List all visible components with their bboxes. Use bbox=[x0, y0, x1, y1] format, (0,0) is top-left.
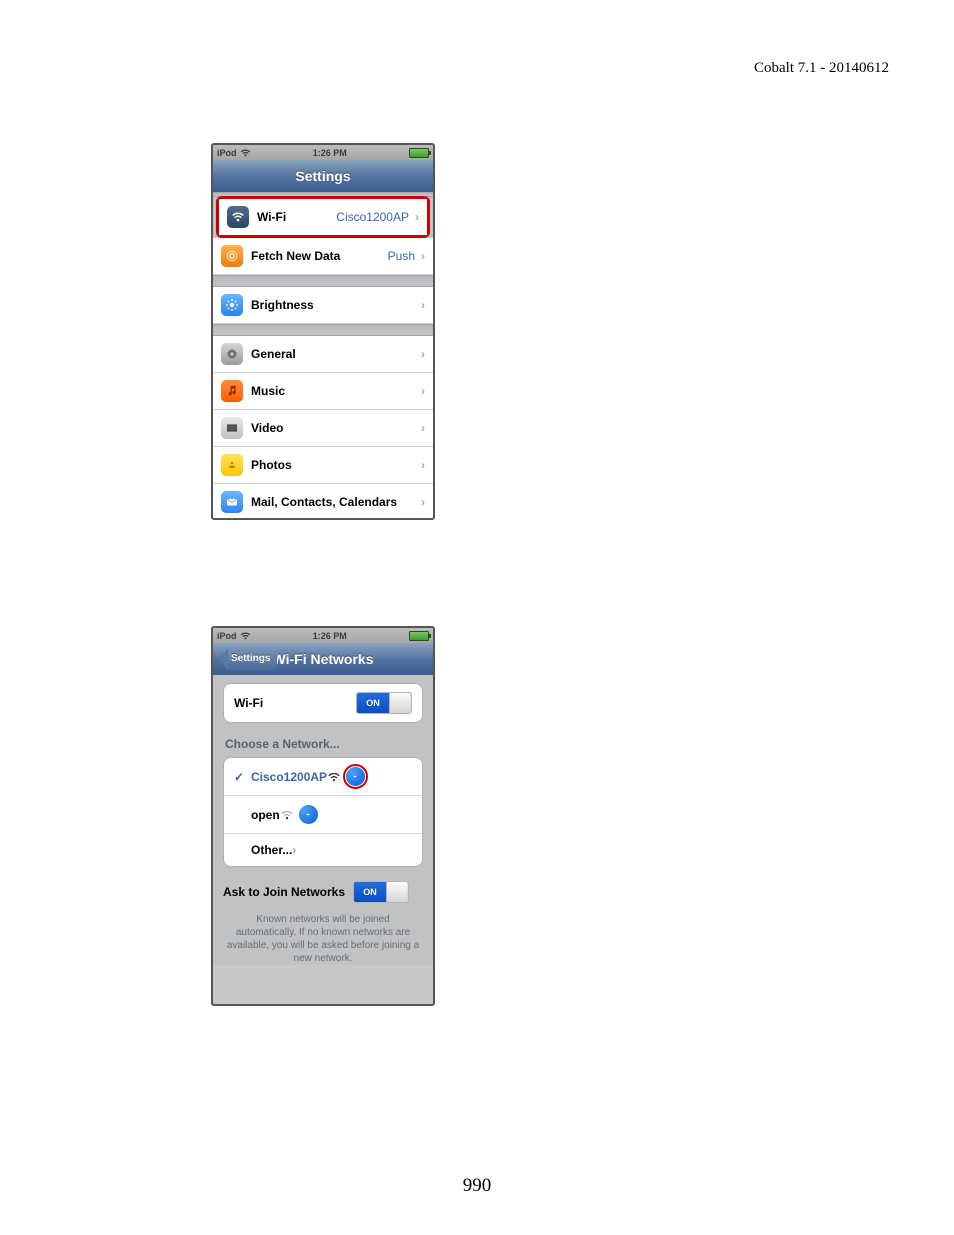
wifi-toggle-label: Wi-Fi bbox=[234, 696, 356, 710]
battery-icon bbox=[409, 148, 429, 158]
ask-to-join-row: Ask to Join Networks ON bbox=[223, 881, 423, 903]
network-list: ✓ Cisco1200AP open bbox=[223, 757, 423, 867]
chevron-right-icon: › bbox=[421, 249, 425, 263]
row-mail-label: Mail, Contacts, Calendars bbox=[251, 495, 421, 509]
ask-to-join-footer: Known networks will be joined automatica… bbox=[225, 913, 421, 965]
brightness-icon bbox=[221, 294, 243, 316]
network-name: Cisco1200AP bbox=[251, 770, 327, 784]
row-wifi-label: Wi-Fi bbox=[257, 210, 336, 224]
back-button-label: Settings bbox=[228, 648, 277, 670]
video-icon bbox=[221, 417, 243, 439]
network-row-cisco[interactable]: ✓ Cisco1200AP bbox=[224, 758, 422, 795]
choose-network-header: Choose a Network... bbox=[225, 737, 421, 751]
mail-icon bbox=[221, 491, 243, 513]
row-photos[interactable]: Photos › bbox=[213, 447, 433, 484]
network-detail-button[interactable] bbox=[346, 767, 365, 786]
chevron-right-icon: › bbox=[292, 843, 296, 857]
highlight-wifi-row: Wi-Fi Cisco1200AP › bbox=[216, 196, 430, 238]
signal-weak-icon bbox=[280, 809, 294, 820]
row-brightness[interactable]: Brightness › bbox=[213, 287, 433, 324]
wifi-toggle[interactable]: ON bbox=[356, 692, 412, 714]
chevron-right-icon: › bbox=[421, 458, 425, 472]
ask-to-join-toggle[interactable]: ON bbox=[353, 881, 409, 903]
nav-title: Settings bbox=[295, 168, 350, 184]
row-photos-label: Photos bbox=[251, 458, 421, 472]
wifi-status-icon bbox=[240, 149, 251, 157]
chevron-right-icon: › bbox=[421, 298, 425, 312]
row-wifi[interactable]: Wi-Fi Cisco1200AP › bbox=[219, 199, 427, 235]
wifi-toggle-cell: Wi-Fi ON bbox=[223, 683, 423, 723]
nav-bar: Settings bbox=[213, 160, 433, 192]
toggle-on-label: ON bbox=[354, 882, 386, 902]
chevron-right-icon: › bbox=[421, 495, 425, 509]
row-fetch[interactable]: Fetch New Data Push › bbox=[213, 238, 433, 275]
row-music-label: Music bbox=[251, 384, 421, 398]
nav-bar: Settings Wi-Fi Networks bbox=[213, 643, 433, 675]
clock: 1:26 PM bbox=[313, 148, 347, 158]
chevron-right-icon: › bbox=[415, 210, 419, 224]
status-bar: iPod 1:26 PM bbox=[213, 145, 433, 160]
music-icon bbox=[221, 380, 243, 402]
back-button[interactable]: Settings bbox=[219, 648, 277, 670]
wifi-icon bbox=[227, 206, 249, 228]
toggle-knob bbox=[389, 693, 410, 713]
battery-icon bbox=[409, 631, 429, 641]
photos-icon bbox=[221, 454, 243, 476]
row-wifi-value: Cisco1200AP bbox=[336, 210, 409, 224]
row-fetch-value: Push bbox=[388, 249, 415, 263]
wifi-status-icon bbox=[240, 632, 251, 640]
screenshot-wifi-networks: iPod 1:26 PM Settings Wi-Fi Networks Wi-… bbox=[211, 626, 435, 1006]
doc-header: Cobalt 7.1 - 20140612 bbox=[754, 60, 889, 77]
ask-to-join-label: Ask to Join Networks bbox=[223, 885, 345, 899]
page-number: 990 bbox=[0, 1175, 954, 1197]
status-bar: iPod 1:26 PM bbox=[213, 628, 433, 643]
checkmark-icon: ✓ bbox=[234, 770, 245, 784]
signal-strong-icon bbox=[327, 771, 341, 782]
device-label: iPod bbox=[217, 148, 237, 158]
toggle-knob bbox=[386, 882, 407, 902]
row-music[interactable]: Music › bbox=[213, 373, 433, 410]
network-name: Other... bbox=[251, 843, 292, 857]
clock: 1:26 PM bbox=[313, 631, 347, 641]
row-general[interactable]: General › bbox=[213, 336, 433, 373]
fetch-icon bbox=[221, 245, 243, 267]
screenshot-settings: iPod 1:26 PM Settings Wi-Fi Cisco1200AP … bbox=[211, 143, 435, 520]
row-video-label: Video bbox=[251, 421, 421, 435]
row-general-label: General bbox=[251, 347, 421, 361]
nav-title: Wi-Fi Networks bbox=[273, 651, 374, 667]
network-row-other[interactable]: Other... › bbox=[224, 833, 422, 866]
network-name: open bbox=[251, 808, 280, 822]
row-fetch-label: Fetch New Data bbox=[251, 249, 388, 263]
gear-icon bbox=[221, 343, 243, 365]
network-row-open[interactable]: open bbox=[224, 795, 422, 833]
row-mail[interactable]: Mail, Contacts, Calendars › bbox=[213, 484, 433, 520]
chevron-right-icon: › bbox=[421, 421, 425, 435]
row-video[interactable]: Video › bbox=[213, 410, 433, 447]
device-label: iPod bbox=[217, 631, 237, 641]
network-detail-button[interactable] bbox=[299, 805, 318, 824]
chevron-right-icon: › bbox=[421, 347, 425, 361]
chevron-right-icon: › bbox=[421, 384, 425, 398]
toggle-on-label: ON bbox=[357, 693, 389, 713]
row-brightness-label: Brightness bbox=[251, 298, 421, 312]
